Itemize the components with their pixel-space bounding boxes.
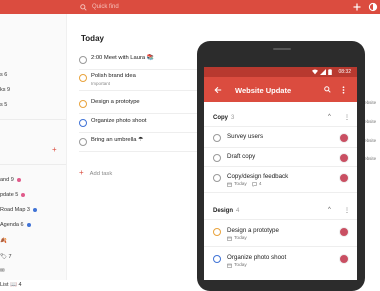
task-title: Design a prototype <box>227 227 279 234</box>
task-checkbox[interactable] <box>213 228 221 236</box>
avatar <box>339 153 349 163</box>
wifi-icon <box>312 69 318 75</box>
project-color-dot <box>32 207 37 212</box>
task-meta: Today <box>227 263 247 268</box>
task-meta: Today <box>227 236 247 241</box>
divider <box>204 126 357 127</box>
task-checkbox[interactable] <box>213 154 221 162</box>
divider <box>204 166 357 167</box>
sidebar-item[interactable]: pdate 5 <box>0 192 26 198</box>
sidebar-item[interactable]: ks 9 <box>0 87 10 93</box>
add-icon[interactable] <box>352 2 362 12</box>
more-vert-icon[interactable]: ⋮ <box>344 114 350 121</box>
sidebar-item[interactable]: 🍂 <box>0 238 7 244</box>
battery-icon <box>328 69 332 75</box>
more-vert-icon[interactable]: ⋮ <box>344 207 350 214</box>
sidebar: s 6 ks 9 s 5 + and 9 pdate 5 Road Map 3 … <box>0 14 67 288</box>
karma-icon[interactable] <box>368 2 378 12</box>
add-project-icon[interactable]: + <box>52 146 57 154</box>
quick-find-placeholder: Quick find <box>92 4 119 10</box>
plus-icon: + <box>79 168 84 177</box>
calendar-icon <box>227 236 232 241</box>
divider <box>204 246 357 247</box>
task-title: Organize photo shoot <box>91 118 147 124</box>
avatar <box>339 254 349 264</box>
task-title: Bring an umbrella ☂ <box>91 137 144 143</box>
divider <box>204 192 357 193</box>
task-title: Draft copy <box>227 153 256 160</box>
task-title: Organize photo shoot <box>227 254 287 261</box>
search-icon <box>80 3 87 11</box>
task-checkbox[interactable] <box>79 119 87 127</box>
section-header[interactable]: Copy 3 <box>213 115 234 121</box>
add-task-label: Add task <box>89 171 113 177</box>
calendar-icon <box>227 263 232 268</box>
calendar-icon <box>227 182 232 187</box>
signal-icon <box>320 69 326 75</box>
sidebar-item[interactable]: Road Map 3 <box>0 207 37 213</box>
divider <box>0 164 66 165</box>
comment-icon <box>252 182 257 187</box>
project-color-dot <box>21 192 26 197</box>
task-title: Design a prototype <box>91 99 140 105</box>
chevron-up-icon[interactable]: ^ <box>328 114 331 120</box>
task-row[interactable]: Organize photo shoot Today <box>213 254 353 270</box>
task-checkbox[interactable] <box>79 74 87 82</box>
status-bar: 08:32 <box>204 67 357 77</box>
task-row[interactable]: Copy/design feedback Today 4 <box>213 173 353 189</box>
task-subtitle: Important <box>91 81 111 86</box>
divider <box>204 219 357 220</box>
task-title: Polish brand idea <box>91 73 136 79</box>
sidebar-item[interactable]: s 6 <box>0 72 7 78</box>
task-title: Survey users <box>227 133 264 140</box>
add-task-button[interactable]: + Add task <box>79 168 112 177</box>
back-arrow-icon[interactable] <box>214 86 222 94</box>
project-color-dot <box>26 222 31 227</box>
phone-speaker <box>273 48 291 50</box>
task-checkbox[interactable] <box>79 138 87 146</box>
avatar <box>339 227 349 237</box>
sidebar-item[interactable]: ✉ <box>0 268 5 274</box>
task-row[interactable]: Design a prototype Today <box>213 227 353 243</box>
task-checkbox[interactable] <box>213 134 221 142</box>
task-meta: Today 4 <box>227 182 261 187</box>
divider <box>204 147 357 148</box>
task-checkbox[interactable] <box>79 56 87 64</box>
top-bar: Quick find <box>0 0 380 14</box>
search-icon[interactable] <box>324 86 331 93</box>
status-time: 08:32 <box>338 69 351 75</box>
phone-screen: 08:32 Website Update Copy 3 ^ ⋮ Survey us… <box>204 67 357 280</box>
avatar <box>339 173 349 183</box>
sidebar-item[interactable]: and 9 <box>0 177 21 183</box>
project-color-dot <box>16 177 21 182</box>
task-checkbox[interactable] <box>213 174 221 182</box>
divider <box>0 119 66 120</box>
section-header[interactable]: Design 4 <box>213 208 239 214</box>
sidebar-item[interactable]: s 5 <box>0 102 7 108</box>
sidebar-item[interactable]: List 📖 4 <box>0 282 22 288</box>
task-checkbox[interactable] <box>213 255 221 263</box>
sidebar-item[interactable]: 🏷 7 <box>0 254 12 260</box>
task-title: Copy/design feedback <box>227 173 289 180</box>
task-checkbox[interactable] <box>79 100 87 108</box>
avatar <box>339 133 349 143</box>
more-vert-icon[interactable] <box>342 86 345 94</box>
page-title: Today <box>81 34 104 43</box>
sidebar-item[interactable]: Agenda 6 <box>0 222 31 228</box>
project-title: Website Update <box>235 86 292 95</box>
quick-find[interactable]: Quick find <box>80 2 119 12</box>
app-bar: Website Update <box>204 77 357 102</box>
chevron-up-icon[interactable]: ^ <box>328 207 331 213</box>
task-title: 2:00 Meet with Laura 📚 <box>91 55 154 61</box>
